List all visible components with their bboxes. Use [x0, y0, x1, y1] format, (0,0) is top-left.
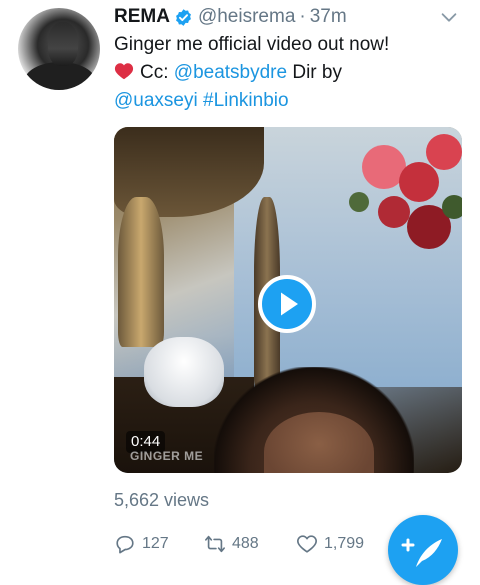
author-handle[interactable]: @heisrema: [198, 6, 295, 28]
like-count: 1,799: [324, 535, 365, 552]
tweet-text-line-3: @uaxseyi #Linkinbio: [114, 87, 464, 115]
video-bowl: [144, 337, 224, 407]
view-count: 5,662 views: [114, 490, 210, 510]
retweet-icon: [205, 535, 225, 553]
avatar[interactable]: [18, 8, 100, 90]
hashtag-linkinbio[interactable]: #Linkinbio: [203, 90, 289, 111]
chevron-down-icon[interactable]: [438, 6, 460, 28]
tweet-text-line-2: Cc: @beatsbydre Dir by: [114, 59, 464, 87]
reply-button[interactable]: 127: [114, 532, 169, 556]
tweet-timestamp[interactable]: 37m: [310, 6, 347, 28]
video-player[interactable]: 0:44 GINGER ME: [114, 127, 462, 473]
play-icon[interactable]: [258, 275, 316, 333]
retweet-button[interactable]: 488: [204, 532, 259, 556]
compose-tweet-button[interactable]: [388, 515, 458, 585]
verified-badge-icon: [176, 8, 191, 26]
tweet-text-line-1: Ginger me official video out now!: [114, 34, 390, 55]
retweet-count: 488: [232, 535, 259, 552]
compose-tweet-icon: [401, 538, 442, 567]
video-watermark: GINGER ME: [130, 449, 204, 463]
dir-label: Dir by: [292, 62, 342, 83]
author-name[interactable]: REMA: [114, 6, 170, 28]
avatar-face: [48, 22, 78, 66]
video-flowers: [349, 134, 462, 249]
tweet-text: Ginger me official video out now! Cc: @b…: [114, 31, 464, 115]
tweet-header: REMA @heisrema · 37m: [114, 6, 347, 28]
mention-beatsbydre[interactable]: @beatsbydre: [174, 62, 287, 83]
video-vase: [118, 197, 164, 347]
separator-dot: ·: [299, 6, 306, 27]
avatar-shoulder: [24, 62, 96, 90]
reply-icon: [116, 535, 134, 554]
cc-label: Cc:: [140, 62, 169, 83]
mention-uaxseyi[interactable]: @uaxseyi: [114, 90, 198, 111]
like-button[interactable]: 1,799: [296, 532, 364, 556]
red-heart-emoji-icon: [114, 63, 134, 80]
reply-count: 127: [142, 535, 169, 552]
heart-icon: [297, 535, 317, 553]
